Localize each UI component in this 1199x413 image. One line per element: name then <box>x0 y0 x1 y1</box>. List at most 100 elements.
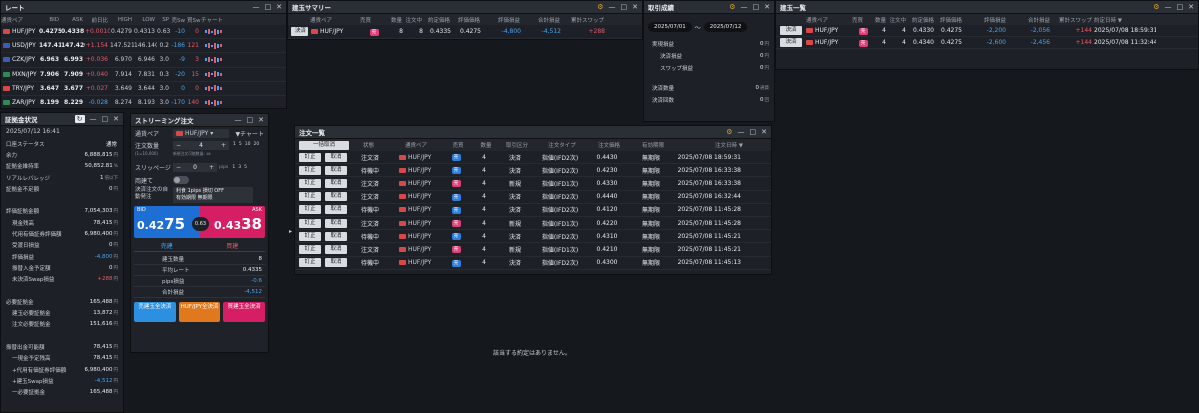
sell-tab[interactable]: 売建 <box>134 241 200 251</box>
cancel-all-button[interactable]: 一括取消 <box>299 140 349 150</box>
mini-chart-icon[interactable] <box>201 42 234 49</box>
date-to-input[interactable]: 2025/07/12 <box>703 22 748 32</box>
minus-icon[interactable]: − <box>176 164 181 171</box>
edit-order-button[interactable]: 訂正 <box>299 258 321 268</box>
qty-preset-button[interactable]: 1 <box>233 142 236 147</box>
cancel-order-button[interactable]: 取消 <box>325 244 347 254</box>
minimize-icon[interactable]: — <box>235 116 242 124</box>
buy-all-close-button[interactable]: 買建玉全決済 <box>223 302 266 322</box>
margin-label: +建玉Swap損益 <box>12 378 54 385</box>
pair-select[interactable]: HUF/JPY ▾ <box>173 129 229 138</box>
slippage-preset-button[interactable]: 1 <box>232 165 235 170</box>
gear-icon[interactable]: ⚙ <box>597 3 603 11</box>
gear-icon[interactable]: ⚙ <box>1153 3 1159 11</box>
edit-order-button[interactable]: 訂正 <box>299 152 321 162</box>
mini-chart-icon[interactable] <box>201 85 234 92</box>
rate-col-header[interactable]: チャート <box>201 16 236 24</box>
maximize-icon[interactable]: □ <box>750 128 757 136</box>
rate-col-header[interactable]: 通貨ペア <box>1 16 39 24</box>
chart-link[interactable]: ▼チャート <box>235 129 264 138</box>
rate-row[interactable]: ZAR/JPY 8.199 8.229 -0.028 8.274 8.193 3.0 -170… <box>1 96 286 108</box>
pair-all-close-button[interactable]: HUF/JPY全決済 <box>178 302 221 322</box>
cancel-order-button[interactable]: 取消 <box>325 231 347 241</box>
plus-icon[interactable]: + <box>209 164 214 171</box>
rate-col-header[interactable]: 前日比 <box>85 16 110 24</box>
maximize-icon[interactable]: □ <box>621 3 628 11</box>
cancel-order-button[interactable]: 取消 <box>325 165 347 175</box>
cancel-order-button[interactable]: 取消 <box>325 258 347 268</box>
minimize-icon[interactable]: — <box>738 128 745 136</box>
rate-col-header[interactable]: BID <box>39 17 61 23</box>
close-position-button[interactable]: 決済 <box>291 27 308 36</box>
edit-order-button[interactable]: 訂正 <box>299 205 321 215</box>
minimize-icon[interactable]: — <box>741 3 748 11</box>
maximize-icon[interactable]: □ <box>1177 3 1184 11</box>
maximize-icon[interactable]: □ <box>102 115 109 123</box>
auto-order-settings[interactable]: 利食 1pips 損切 OFF 有効期限 無期限 <box>173 187 253 203</box>
close-position-button[interactable]: 決済 <box>780 38 802 47</box>
cancel-order-button[interactable]: 取消 <box>325 192 347 202</box>
mini-chart-icon[interactable] <box>201 99 234 106</box>
maximize-icon[interactable]: □ <box>247 116 254 124</box>
edit-order-button[interactable]: 訂正 <box>299 178 321 188</box>
qty-preset-button[interactable]: 20 <box>253 142 259 147</box>
close-icon[interactable]: ✕ <box>632 3 638 11</box>
gear-icon[interactable]: ⚙ <box>729 3 735 11</box>
rate-row[interactable]: USD/JPY147.418147.420+1.154147.521146.14… <box>1 39 286 54</box>
mini-chart-icon[interactable] <box>201 71 234 78</box>
close-icon[interactable]: ✕ <box>258 116 264 124</box>
close-icon[interactable]: ✕ <box>764 3 770 11</box>
maximize-icon[interactable]: □ <box>753 3 760 11</box>
date-from-input[interactable]: 2025/07/01 <box>648 22 692 32</box>
rate-row[interactable]: MXN/JPY 7.906 7.909 +0.040 7.914 7.831 0.3 -20 1… <box>1 68 286 82</box>
rate-col-header[interactable]: ASK <box>61 17 85 23</box>
rate-col-header[interactable]: SP <box>157 17 171 23</box>
gear-icon[interactable]: ⚙ <box>726 128 732 136</box>
buy-tab[interactable]: 買建 <box>200 241 266 251</box>
rate-row[interactable]: TRY/JPY 3.647 3.677 +0.027 3.649 3.644 3.0 0 0 <box>1 82 286 96</box>
minimize-icon[interactable]: — <box>609 3 616 11</box>
close-icon[interactable]: ✕ <box>113 115 119 123</box>
cancel-order-button[interactable]: 取消 <box>325 152 347 162</box>
mini-chart-icon[interactable] <box>201 28 234 35</box>
rate-col-header[interactable]: 買Sw <box>187 16 201 24</box>
edit-order-button[interactable]: 訂正 <box>299 231 321 241</box>
rate-col-header[interactable]: LOW <box>134 17 157 23</box>
minimize-icon[interactable]: — <box>253 3 260 11</box>
cancel-order-button[interactable]: 取消 <box>325 205 347 215</box>
mini-chart-icon[interactable] <box>201 56 234 63</box>
plus-icon[interactable]: + <box>221 142 226 149</box>
qty-preset-button[interactable]: 5 <box>239 142 242 147</box>
cancel-order-button[interactable]: 取消 <box>325 218 347 228</box>
rate-col-header[interactable]: 売Sw <box>171 16 187 24</box>
close-icon[interactable]: ✕ <box>276 3 282 11</box>
buy-rate-button[interactable]: ASK 0.4338 <box>199 206 265 238</box>
cancel-order-button[interactable]: 取消 <box>325 178 347 188</box>
qty-preset-button[interactable]: 10 <box>245 142 251 147</box>
minimize-icon[interactable]: — <box>1165 3 1172 11</box>
refresh-icon[interactable]: ↻ <box>74 115 85 123</box>
close-position-button[interactable]: 決済 <box>780 26 802 35</box>
sell-all-close-button[interactable]: 売建玉全決済 <box>134 302 176 322</box>
minimize-icon[interactable]: — <box>90 115 97 123</box>
edit-order-button[interactable]: 訂正 <box>299 244 321 254</box>
rate-row[interactable]: HUF/JPY 0.4275 0.4338 +0.0010 0.4279 0.4313 0.… <box>1 25 286 40</box>
rate-row[interactable]: CZK/JPY 6.963 6.993 +0.036 6.970 6.946 3.0 -9 3 <box>1 53 286 68</box>
rate-col-header[interactable]: HIGH <box>110 17 134 23</box>
qty-stepper[interactable]: − 4 + <box>173 141 229 150</box>
both-toggle[interactable] <box>173 176 189 184</box>
slippage-stepper[interactable]: − 0 + <box>173 163 217 172</box>
edit-order-button[interactable]: 訂正 <box>299 165 321 175</box>
positions-col-header[interactable]: 約定日時 ▼ <box>1094 16 1156 24</box>
left-scroll-arrow[interactable]: ▸ <box>289 228 292 235</box>
slippage-preset-button[interactable]: 5 <box>244 165 247 170</box>
orders-col-header[interactable]: 注文日時 ▼ <box>677 141 743 149</box>
close-icon[interactable]: ✕ <box>1188 3 1194 11</box>
maximize-icon[interactable]: □ <box>265 3 272 11</box>
close-icon[interactable]: ✕ <box>761 128 767 136</box>
sell-rate-button[interactable]: BID 0.4275 <box>134 206 200 238</box>
edit-order-button[interactable]: 訂正 <box>299 192 321 202</box>
edit-order-button[interactable]: 訂正 <box>299 218 321 228</box>
minus-icon[interactable]: − <box>176 142 181 149</box>
slippage-preset-button[interactable]: 3 <box>238 165 241 170</box>
